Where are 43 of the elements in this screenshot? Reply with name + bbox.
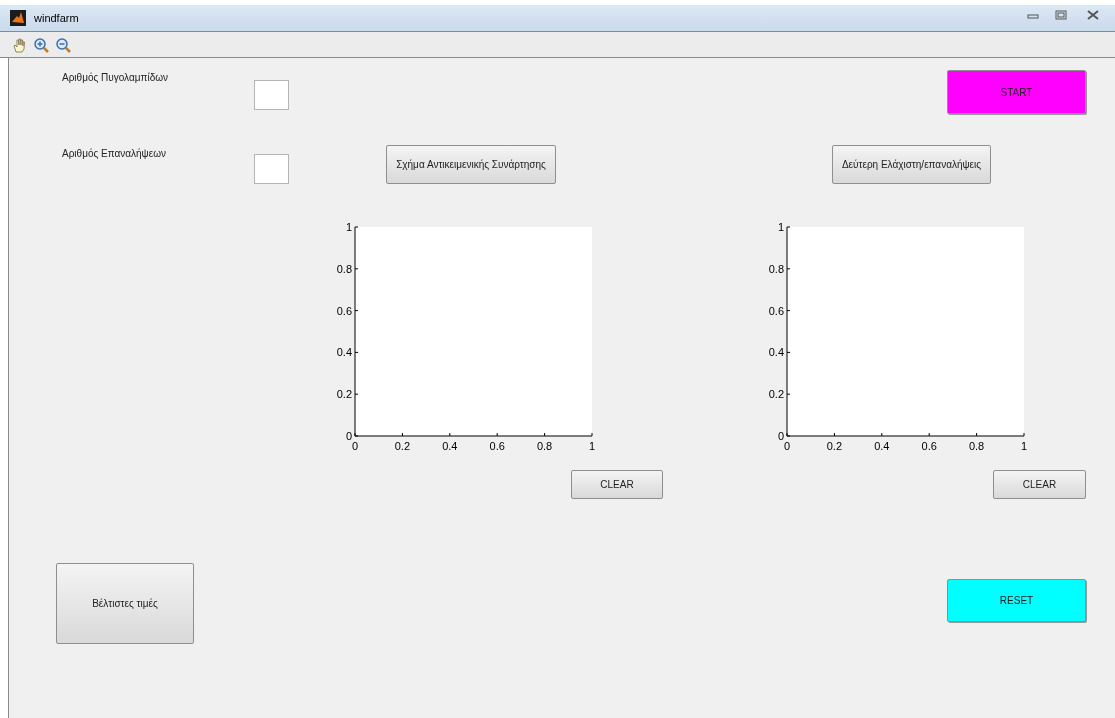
field-label: Αριθμός Επαναλήψεων <box>62 147 166 161</box>
hand-icon[interactable] <box>10 35 28 54</box>
tick-label: 0.8 <box>336 262 352 275</box>
input-field[interactable] <box>254 80 289 110</box>
tick-label: 0.8 <box>968 440 985 452</box>
tick-label: 0 <box>351 440 359 452</box>
tick-label: 0.2 <box>394 440 411 452</box>
tick-label: 0.4 <box>768 346 784 359</box>
tick-label: 1 <box>777 221 784 233</box>
tick-label: 0.2 <box>768 388 784 401</box>
tick-label: 0.8 <box>536 440 553 452</box>
maximize-icon[interactable] <box>1055 10 1067 20</box>
tick-label: 1 <box>345 221 352 233</box>
reset-button[interactable]: RESET <box>947 579 1086 622</box>
tick-label: 1 <box>1020 440 1028 452</box>
app-logo-icon <box>10 10 26 26</box>
zoom-out-icon[interactable] <box>54 35 72 54</box>
tick-label: 1 <box>588 440 596 452</box>
tick-label: 0 <box>777 430 784 442</box>
best-values-button[interactable]: Βέλτιστες τιμές <box>56 563 194 644</box>
close-icon[interactable] <box>1087 10 1099 20</box>
zoom-in-icon[interactable] <box>32 35 50 54</box>
tick-label: 0 <box>345 430 352 442</box>
tick-label: 0.2 <box>336 388 352 401</box>
field-label: Αριθμός Πυγολαμπίδων <box>62 71 168 85</box>
tick-label: 0.8 <box>768 262 784 275</box>
tick-label: 0.6 <box>768 304 784 317</box>
tick-label: 0.6 <box>921 440 937 452</box>
tick-label: 0 <box>783 440 791 452</box>
input-field[interactable] <box>254 154 289 184</box>
start-button[interactable]: START <box>947 70 1086 114</box>
minimize-icon[interactable] <box>1027 11 1039 19</box>
plot-button[interactable]: Σχήμα Αντικειμενικής Συνάρτησης <box>386 145 556 184</box>
tick-label: 0.6 <box>489 440 505 452</box>
clear-button[interactable]: CLEAR <box>571 470 663 499</box>
tick-label: 0.4 <box>442 440 458 452</box>
tick-label: 0.4 <box>874 440 890 452</box>
tick-label: 0.6 <box>336 304 352 317</box>
clear-button[interactable]: CLEAR <box>993 470 1086 499</box>
tick-label: 0.4 <box>336 346 352 359</box>
tick-label: 0.2 <box>826 440 843 452</box>
window-title: windfarm <box>34 10 79 26</box>
plot-button[interactable]: Δεύτερη Ελάχιστη/επαναλήψεις <box>832 145 991 184</box>
